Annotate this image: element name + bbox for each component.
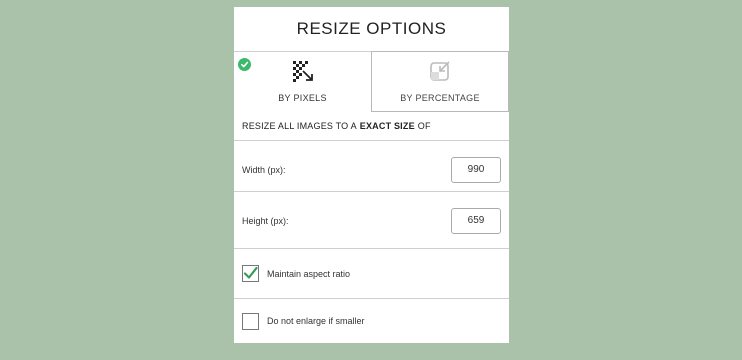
resize-options-panel: RESIZE OPTIONS BY PIXELS BY PERCENTAGE R… xyxy=(234,7,509,343)
dialog-title: RESIZE OPTIONS xyxy=(296,19,447,38)
selected-check-icon xyxy=(238,58,251,71)
instruction-prefix: RESIZE ALL IMAGES TO A xyxy=(242,121,357,131)
no-enlarge-checkbox[interactable] xyxy=(242,312,259,330)
instruction-emphasis: EXACT SIZE xyxy=(359,121,415,131)
percentage-resize-icon xyxy=(428,59,452,83)
resize-instruction: RESIZE ALL IMAGES TO A EXACT SIZE OF xyxy=(234,112,509,140)
width-label: Width (px): xyxy=(242,164,286,175)
width-row: Width (px): xyxy=(234,140,509,198)
height-row: Height (px): xyxy=(234,191,509,249)
height-label: Height (px): xyxy=(242,215,289,226)
maintain-aspect-checkbox[interactable] xyxy=(242,265,259,282)
no-enlarge-label: Do not enlarge if smaller xyxy=(267,316,365,326)
tab-by-pixels[interactable]: BY PIXELS xyxy=(234,51,371,112)
pixel-resize-icon xyxy=(291,59,315,83)
maintain-aspect-row: Maintain aspect ratio xyxy=(234,248,509,298)
height-input[interactable] xyxy=(451,207,501,234)
no-enlarge-row: Do not enlarge if smaller xyxy=(234,298,509,343)
maintain-aspect-label: Maintain aspect ratio xyxy=(267,268,351,279)
instruction-suffix: OF xyxy=(417,121,431,131)
width-input[interactable] xyxy=(451,156,501,183)
tab-by-percentage-label: BY PERCENTAGE xyxy=(400,93,480,103)
resize-mode-tabs: BY PIXELS BY PERCENTAGE xyxy=(234,51,509,112)
tab-by-percentage[interactable]: BY PERCENTAGE xyxy=(371,51,509,112)
tab-by-pixels-label: BY PIXELS xyxy=(278,93,327,103)
